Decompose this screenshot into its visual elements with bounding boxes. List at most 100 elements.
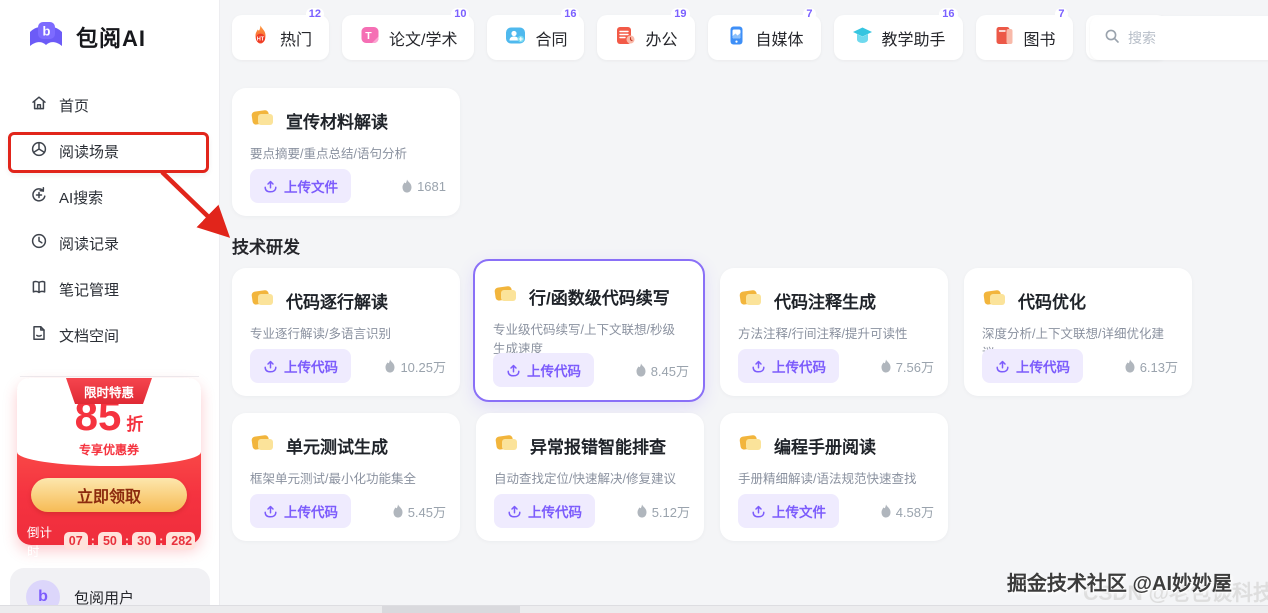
sidebar: b 包阅AI 首页 阅读场景 AI搜索 阅读记录 笔记管理 文档空间 85 折 … [0, 0, 220, 613]
upload-code-button[interactable]: 上传代码 [250, 349, 351, 383]
bottom-edge-strip [0, 605, 1268, 613]
usage-count: 10.25万 [384, 357, 446, 376]
sidebar-item-label: 阅读场景 [59, 143, 120, 161]
search-input[interactable] [1128, 30, 1248, 46]
card-desc: 手册精细解读/语法规范快速查找 [738, 472, 917, 486]
home-icon [30, 94, 48, 116]
paper-icon: T [359, 24, 381, 51]
tab-papers[interactable]: T 论文/学术 10 [342, 8, 475, 60]
gold-card-icon [494, 430, 520, 461]
card-title: 宣传材料解读 [286, 113, 388, 132]
tab-label: 图书 [1023, 31, 1056, 49]
graduation-hat-icon [851, 24, 874, 52]
upload-button-label: 上传代码 [772, 360, 826, 375]
sidebar-item-home[interactable]: 首页 [0, 82, 219, 128]
scene-card-code-optimize[interactable]: 代码优化 深度分析/上下文联想/详细优化建议 上传代码 6.13万 [964, 268, 1192, 396]
scene-card-code-explain[interactable]: 代码逐行解读 专业逐行解读/多语言识别 上传代码 10.25万 [232, 268, 460, 396]
upload-button-label: 上传文件 [772, 505, 826, 520]
tab-hot[interactable]: HT 热门 12 [232, 8, 330, 60]
usage-count: 6.13万 [1124, 357, 1178, 376]
section-title: 技术研发 [232, 238, 300, 257]
tab-label: 论文/学术 [389, 31, 458, 49]
tab-office[interactable]: 办公 19 [597, 8, 695, 60]
watermark-juejin: 掘金技术社区 @AI妙妙屋 [1006, 573, 1232, 595]
scenes-icon [30, 140, 48, 162]
heat-flame-icon [385, 359, 395, 373]
tab-books[interactable]: 图书 7 [975, 8, 1073, 60]
gold-card-icon [250, 105, 276, 136]
gold-card-icon [738, 430, 764, 461]
heat-flame-icon [1125, 359, 1135, 373]
gold-card-icon [493, 281, 519, 312]
upload-icon [264, 180, 277, 193]
card-title: 单元测试生成 [286, 438, 388, 457]
tab-badge: 19 [671, 8, 690, 20]
countdown: 倒计时 07 : 50 : 30 : 282 [27, 522, 195, 560]
upload-code-button[interactable]: 上传代码 [493, 353, 594, 387]
card-desc: 方法注释/行间注释/提升可读性 [738, 327, 908, 341]
card-desc: 要点摘要/重点总结/语句分析 [250, 147, 407, 161]
scene-card-manual-reading[interactable]: 编程手册阅读 手册精细解读/语法规范快速查找 上传文件 4.58万 [720, 413, 948, 541]
card-title: 代码注释生成 [774, 293, 876, 312]
tab-contract[interactable]: 合同 16 [487, 8, 585, 60]
card-title: 异常报错智能排查 [530, 438, 666, 457]
gold-card-icon [250, 285, 276, 316]
countdown-minutes: 50 [97, 532, 122, 550]
upload-icon [508, 505, 521, 518]
scene-card-promo-material[interactable]: 宣传材料解读 要点摘要/重点总结/语句分析 上传文件 1681 [232, 88, 460, 216]
search-bar[interactable] [1090, 16, 1268, 60]
sidebar-divider [20, 376, 199, 377]
count-value: 6.13万 [1139, 359, 1178, 375]
upload-code-button[interactable]: 上传代码 [738, 349, 839, 383]
scene-card-code-completion[interactable]: 行/函数级代码续写 专业级代码续写/上下文联想/秒级生成速度 上传代码 8.45… [473, 259, 705, 402]
count-value: 1681 [417, 178, 446, 194]
upload-file-button[interactable]: 上传文件 [738, 494, 839, 528]
count-value: 4.58万 [895, 504, 934, 520]
tab-teaching[interactable]: 教学助手 16 [833, 8, 963, 60]
tab-label: 合同 [535, 31, 568, 49]
document-icon [30, 324, 48, 346]
upload-code-button[interactable]: 上传代码 [494, 494, 595, 528]
claim-coupon-button[interactable]: 立即领取 [31, 478, 187, 512]
sidebar-item-ai-search[interactable]: AI搜索 [0, 174, 219, 220]
red-book-icon [993, 24, 1016, 52]
count-value: 8.45万 [650, 363, 689, 379]
heat-flame-icon [881, 359, 891, 373]
flame-icon: HT [249, 24, 272, 52]
office-doc-icon [614, 24, 637, 52]
book-icon [30, 278, 48, 300]
tab-media[interactable]: 自媒体 7 [707, 8, 821, 60]
upload-icon [752, 505, 765, 518]
countdown-separator: : [90, 534, 95, 548]
sidebar-item-history[interactable]: 阅读记录 [0, 220, 219, 266]
upload-icon [264, 505, 277, 518]
sidebar-item-notes[interactable]: 笔记管理 [0, 266, 219, 312]
tab-badge: 12 [305, 8, 325, 20]
heat-flame-icon [636, 363, 646, 377]
upload-button-label: 上传代码 [284, 360, 338, 375]
tab-label: 热门 [280, 31, 313, 49]
gold-card-icon [250, 430, 276, 461]
upload-button-label: 上传代码 [1016, 360, 1070, 375]
usage-count: 4.58万 [880, 502, 934, 521]
heat-flame-icon [881, 504, 891, 518]
category-tabs: HT 热门 12 T 论文/学术 10 合同 16 办公 19 自媒体 7 教学… [232, 8, 1167, 60]
sidebar-item-scenes[interactable]: 阅读场景 [0, 128, 219, 174]
tab-label: 办公 [645, 31, 678, 49]
scene-card-code-comments[interactable]: 代码注释生成 方法注释/行间注释/提升可读性 上传代码 7.56万 [720, 268, 948, 396]
sidebar-item-label: 首页 [59, 97, 90, 115]
heat-flame-icon [402, 179, 412, 193]
upload-icon [996, 360, 1009, 373]
countdown-separator: : [159, 534, 164, 548]
upload-code-button[interactable]: 上传代码 [982, 349, 1083, 383]
countdown-ms: 282 [166, 532, 195, 550]
svg-text:T: T [365, 30, 372, 42]
upload-code-button[interactable]: 上传代码 [250, 494, 351, 528]
count-value: 10.25万 [400, 359, 446, 375]
scene-card-error-triage[interactable]: 异常报错智能排查 自动查找定位/快速解决/修复建议 上传代码 5.12万 [476, 413, 704, 541]
sidebar-item-docspace[interactable]: 文档空间 [0, 312, 219, 358]
app-logo: b 包阅AI [0, 0, 219, 54]
upload-file-button[interactable]: 上传文件 [250, 169, 351, 203]
scene-card-unit-tests[interactable]: 单元测试生成 框架单元测试/最小化功能集全 上传代码 5.45万 [232, 413, 460, 541]
app-logo-icon: b [26, 20, 66, 54]
